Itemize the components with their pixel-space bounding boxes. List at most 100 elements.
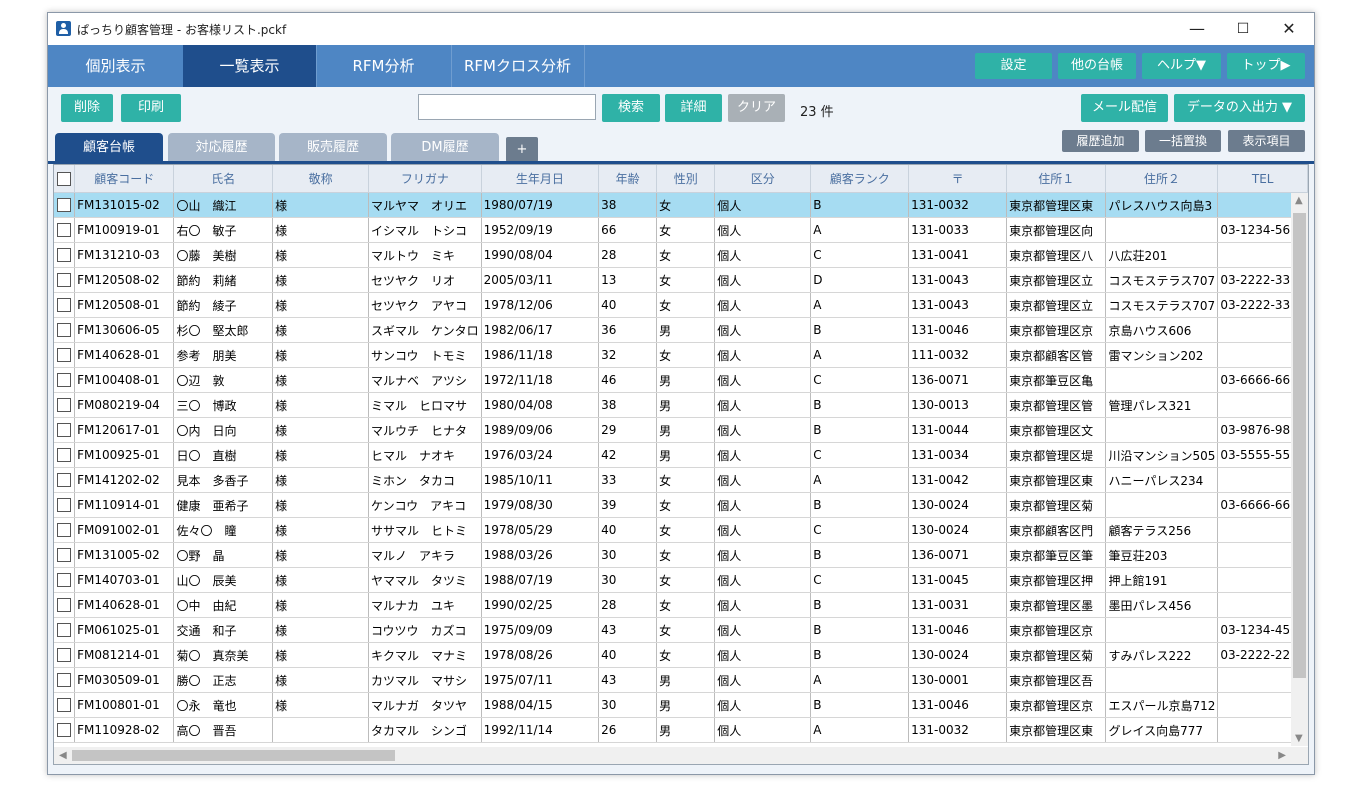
table-row[interactable]: FM120617-01 〇内 日向様マルウチ ヒナタ 1989/09/06 29 男個人… <box>54 417 1308 443</box>
table-cell[interactable]: 個人 <box>714 542 812 568</box>
table-row[interactable]: FM120508-02 節約 莉緒様セツヤク リオ 2005/03/11 13 女個人 D… <box>54 267 1308 293</box>
table-cell[interactable]: 66 <box>598 217 658 243</box>
table-cell[interactable]: 40 <box>598 642 658 668</box>
table-cell[interactable]: 1976/03/24 <box>481 442 600 468</box>
table-cell[interactable]: 様 <box>272 317 369 343</box>
table-cell[interactable]: 男 <box>656 442 716 468</box>
tab-customer-ledger[interactable]: 顧客台帳 <box>55 133 163 162</box>
table-cell[interactable]: セツヤク アヤコ <box>368 292 482 318</box>
row-checkbox[interactable] <box>54 567 76 593</box>
row-checkbox[interactable] <box>54 192 76 218</box>
table-cell[interactable]: 女 <box>656 617 716 643</box>
table-row[interactable]: FM081214-01 菊〇 真奈美様キクマル マナミ 1978/08/26 40 女個… <box>54 642 1308 668</box>
table-cell[interactable]: 個人 <box>714 442 812 468</box>
table-cell[interactable]: B <box>810 317 910 343</box>
table-cell[interactable]: 東京都管理区管 <box>1006 392 1107 418</box>
table-cell[interactable]: 38 <box>598 192 658 218</box>
table-cell[interactable]: 32 <box>598 342 658 368</box>
table-row[interactable]: FM141202-02 見本 多香子様ミホン タカコ 1985/10/11 33 女個人… <box>54 467 1308 493</box>
table-cell[interactable]: 菊〇 真奈美 <box>173 642 274 668</box>
detail-button[interactable]: 詳細 <box>665 94 722 122</box>
row-checkbox[interactable] <box>54 617 76 643</box>
settings-button[interactable]: 設定 <box>975 53 1052 79</box>
table-cell[interactable]: FM100919-01 <box>74 217 175 243</box>
table-row[interactable]: FM131210-03 〇藤 美樹様マルトウ ミキ 1990/08/04 28 女個人 C… <box>54 242 1308 268</box>
table-cell[interactable]: 43 <box>598 667 658 693</box>
table-cell[interactable]: B <box>810 617 910 643</box>
table-cell[interactable]: 交通 和子 <box>173 617 274 643</box>
table-cell[interactable]: 個人 <box>714 517 812 543</box>
table-cell[interactable]: 東京都管理区東 <box>1006 192 1107 218</box>
table-cell[interactable]: 東京都管理区菊 <box>1006 492 1107 518</box>
table-cell[interactable]: 131-0044 <box>908 417 1008 443</box>
table-cell[interactable]: 〇中 由紀 <box>173 592 274 618</box>
table-row[interactable]: FM100801-01 〇永 竜也様マルナガ タツヤ 1988/04/15 30 男個人… <box>54 692 1308 718</box>
table-cell[interactable]: 東京都管理区吾 <box>1006 667 1107 693</box>
table-cell[interactable]: 131-0046 <box>908 317 1008 343</box>
table-cell[interactable]: タカマル シンゴ <box>368 717 482 743</box>
table-cell[interactable]: D <box>810 267 910 293</box>
table-cell[interactable]: 1972/11/18 <box>481 367 600 393</box>
table-cell[interactable]: B <box>810 417 910 443</box>
table-cell[interactable]: マルウチ ヒナタ <box>368 417 482 443</box>
table-cell[interactable]: 女 <box>656 217 716 243</box>
table-cell[interactable]: 130-0024 <box>908 517 1008 543</box>
help-button[interactable]: ヘルプ▼ <box>1142 53 1221 79</box>
table-cell[interactable]: マルヤマ オリエ <box>368 192 482 218</box>
table-cell[interactable]: 様 <box>272 692 369 718</box>
table-cell[interactable]: 女 <box>656 592 716 618</box>
table-cell[interactable]: 顧客テラス256 <box>1105 517 1219 543</box>
table-cell[interactable]: 131-0043 <box>908 292 1008 318</box>
table-cell[interactable]: 46 <box>598 367 658 393</box>
table-cell[interactable]: 東京都顧客区門 <box>1006 517 1107 543</box>
table-row[interactable]: FM110928-02 高〇 晋吾 タカマル シンゴ 1992/11/14 26 男個人 A… <box>54 717 1308 743</box>
table-cell[interactable]: 女 <box>656 542 716 568</box>
table-cell[interactable]: 様 <box>272 642 369 668</box>
table-cell[interactable]: マルナガ タツヤ <box>368 692 482 718</box>
table-cell[interactable]: 様 <box>272 667 369 693</box>
table-cell[interactable] <box>1105 417 1219 443</box>
col-header[interactable]: 生年月日 <box>481 165 600 193</box>
table-cell[interactable]: 東京都管理区菊 <box>1006 642 1107 668</box>
table-cell[interactable]: 1978/05/29 <box>481 517 600 543</box>
table-cell[interactable]: 東京都筆豆区亀 <box>1006 367 1107 393</box>
table-cell[interactable]: 1978/08/26 <box>481 642 600 668</box>
table-cell[interactable]: 様 <box>272 292 369 318</box>
table-cell[interactable]: 女 <box>656 492 716 518</box>
table-cell[interactable]: 東京都管理区文 <box>1006 417 1107 443</box>
nav-tab-list[interactable]: 一覧表示 <box>183 45 317 87</box>
table-cell[interactable]: FM120617-01 <box>74 417 175 443</box>
table-cell[interactable]: マルナカ ユキ <box>368 592 482 618</box>
table-cell[interactable]: 東京都管理区東 <box>1006 467 1107 493</box>
table-cell[interactable]: B <box>810 642 910 668</box>
scroll-left-icon[interactable]: ◀ <box>59 750 67 761</box>
table-cell[interactable]: 東京都管理区堤 <box>1006 442 1107 468</box>
table-cell[interactable]: 男 <box>656 717 716 743</box>
table-row[interactable]: FM120508-01 節約 綾子様セツヤク アヤコ 1978/12/06 40 女個人… <box>54 292 1308 318</box>
row-checkbox[interactable] <box>54 717 76 743</box>
table-cell[interactable]: 40 <box>598 292 658 318</box>
table-cell[interactable]: 個人 <box>714 642 812 668</box>
table-cell[interactable]: 東京都管理区東 <box>1006 717 1107 743</box>
table-cell[interactable]: FM100801-01 <box>74 692 175 718</box>
table-cell[interactable]: 38 <box>598 392 658 418</box>
table-cell[interactable]: 東京都管理区墨 <box>1006 592 1107 618</box>
table-cell[interactable]: 30 <box>598 692 658 718</box>
scroll-right-icon[interactable]: ▶ <box>1278 750 1286 761</box>
table-cell[interactable]: 東京都管理区京 <box>1006 317 1107 343</box>
table-cell[interactable]: 40 <box>598 517 658 543</box>
table-cell[interactable]: 右〇 敏子 <box>173 217 274 243</box>
table-cell[interactable]: 個人 <box>714 467 812 493</box>
table-cell[interactable]: 131-0032 <box>908 717 1008 743</box>
table-cell[interactable] <box>1105 617 1219 643</box>
table-cell[interactable]: イシマル トシコ <box>368 217 482 243</box>
col-header[interactable]: 氏名 <box>173 165 274 193</box>
other-ledger-button[interactable]: 他の台帳 <box>1058 53 1136 79</box>
table-cell[interactable]: 131-0034 <box>908 442 1008 468</box>
table-cell[interactable]: 個人 <box>714 692 812 718</box>
table-row[interactable]: FM030509-01 勝〇 正志様カツマル マサシ 1975/07/11 43 男個人… <box>54 667 1308 693</box>
table-cell[interactable]: 個人 <box>714 667 812 693</box>
row-checkbox[interactable] <box>54 642 76 668</box>
table-cell[interactable]: 様 <box>272 367 369 393</box>
table-cell[interactable]: FM131015-02 <box>74 192 175 218</box>
